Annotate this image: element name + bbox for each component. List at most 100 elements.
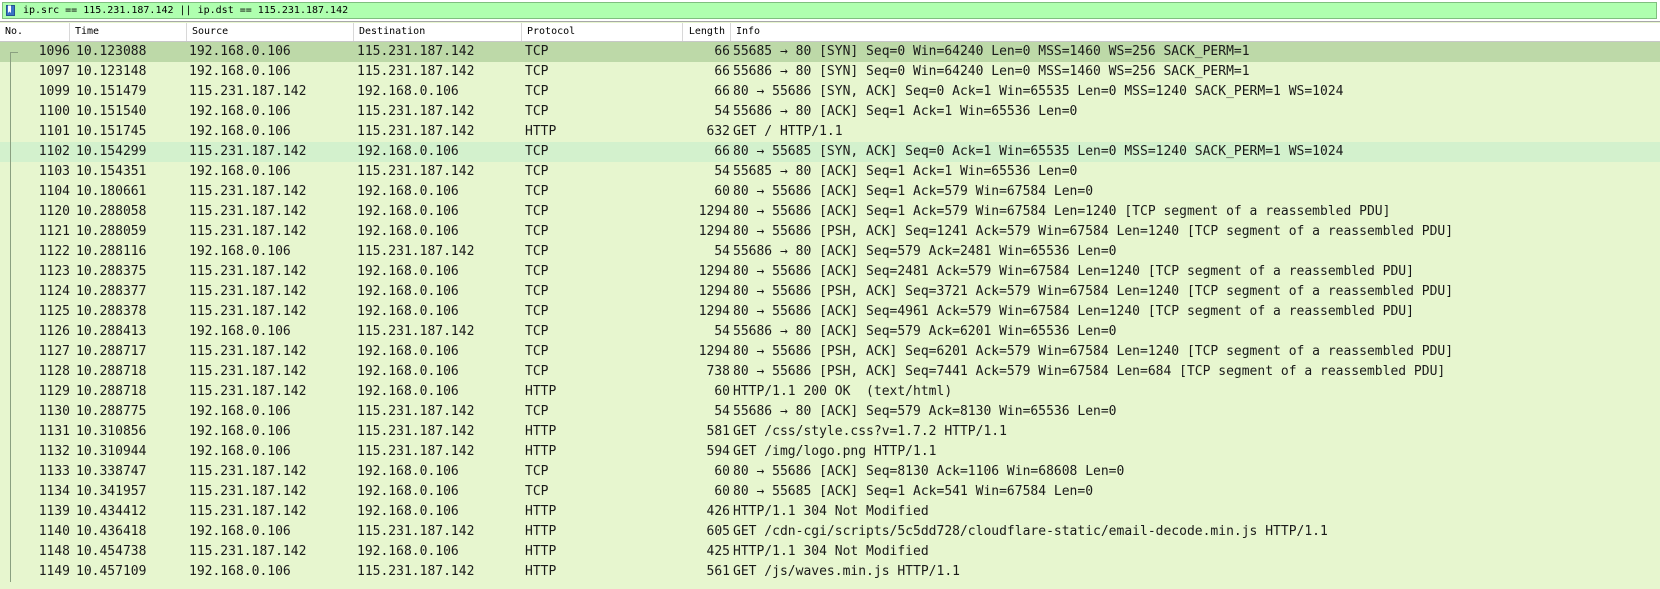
packet-destination: 192.168.0.106 [357,304,459,319]
packet-info: 80 → 55686 [ACK] Seq=2481 Ack=579 Win=67… [733,264,1414,279]
packet-length: 60 [714,484,730,499]
packet-time: 10.338747 [76,464,147,479]
packet-length: 60 [714,464,730,479]
packet-list: 1096 10.123088 192.168.0.106 115.231.187.14… [0,42,1660,582]
packet-length: 1294 [698,204,730,219]
packet-source: 115.231.187.142 [189,284,307,299]
packet-source: 115.231.187.142 [189,384,307,399]
packet-protocol: HTTP [525,504,557,519]
packet-row[interactable]: 1129 10.288718 115.231.187.142 192.168.0.10… [0,382,1660,402]
packet-row[interactable]: 1149 10.457109 192.168.0.106 115.231.187.14… [0,562,1660,582]
packet-protocol: TCP [525,304,549,319]
column-header-protocol[interactable]: Protocol [522,23,683,41]
packet-protocol: TCP [525,324,549,339]
packet-info: 55685 → 80 [ACK] Seq=1 Ack=1 Win=65536 L… [733,164,1078,179]
packet-length: 66 [714,44,730,59]
packet-info: GET /cdn-cgi/scripts/5c5dd728/cloudflare… [733,524,1328,539]
packet-source: 115.231.187.142 [189,224,307,239]
packet-row[interactable]: 1122 10.288116 192.168.0.106 115.231.187.14… [0,242,1660,262]
packet-length: 605 [706,524,730,539]
packet-source: 192.168.0.106 [189,324,291,339]
packet-source: 115.231.187.142 [189,544,307,559]
packet-source: 115.231.187.142 [189,184,307,199]
packet-destination: 192.168.0.106 [357,184,459,199]
packet-length: 1294 [698,224,730,239]
packet-row[interactable]: 1097 10.123148 192.168.0.106 115.231.187.14… [0,62,1660,82]
packet-info: 80 → 55686 [ACK] Seq=1 Ack=579 Win=67584… [733,204,1391,219]
packet-row[interactable]: 1099 10.151479 115.231.187.142 192.168.0.10… [0,82,1660,102]
packet-no: 1124 [38,284,70,299]
packet-row[interactable]: 1128 10.288718 115.231.187.142 192.168.0.10… [0,362,1660,382]
display-filter-input[interactable]: ip.src == 115.231.187.142 || ip.dst == 1… [2,2,1657,19]
packet-length: 426 [706,504,730,519]
packet-length: 66 [714,84,730,99]
packet-time: 10.310856 [76,424,147,439]
packet-row[interactable]: 1125 10.288378 115.231.187.142 192.168.0.10… [0,302,1660,322]
packet-source: 192.168.0.106 [189,104,291,119]
packet-no: 1101 [38,124,70,139]
packet-row[interactable]: 1104 10.180661 115.231.187.142 192.168.0.10… [0,182,1660,202]
packet-info: 55686 → 80 [ACK] Seq=579 Ack=2481 Win=65… [733,244,1117,259]
packet-row[interactable]: 1100 10.151540 192.168.0.106 115.231.187.14… [0,102,1660,122]
packet-time: 10.288058 [76,204,147,219]
packet-source: 115.231.187.142 [189,364,307,379]
column-header-info[interactable]: Info [731,23,1660,41]
packet-row[interactable]: 1096 10.123088 192.168.0.106 115.231.187.14… [0,42,1660,62]
packet-row[interactable]: 1134 10.341957 115.231.187.142 192.168.0.10… [0,482,1660,502]
packet-row[interactable]: 1102 10.154299 115.231.187.142 192.168.0.10… [0,142,1660,162]
display-filter-bar: ip.src == 115.231.187.142 || ip.dst == 1… [0,0,1660,22]
packet-protocol: TCP [525,64,549,79]
packet-info: HTTP/1.1 304 Not Modified [733,544,929,559]
packet-row[interactable]: 1131 10.310856 192.168.0.106 115.231.187.14… [0,422,1660,442]
packet-source: 192.168.0.106 [189,124,291,139]
packet-time: 10.151745 [76,124,147,139]
packet-row[interactable]: 1132 10.310944 192.168.0.106 115.231.187.14… [0,442,1660,462]
packet-row[interactable]: 1133 10.338747 115.231.187.142 192.168.0.10… [0,462,1660,482]
packet-no: 1139 [38,504,70,519]
packet-time: 10.151479 [76,84,147,99]
packet-no: 1120 [38,204,70,219]
packet-destination: 115.231.187.142 [357,324,475,339]
packet-row[interactable]: 1101 10.151745 192.168.0.106 115.231.187.14… [0,122,1660,142]
packet-row[interactable]: 1130 10.288775 192.168.0.106 115.231.187.14… [0,402,1660,422]
packet-length: 738 [706,364,730,379]
packet-source: 115.231.187.142 [189,304,307,319]
packet-source: 192.168.0.106 [189,64,291,79]
packet-info: HTTP/1.1 304 Not Modified [733,504,929,519]
packet-row[interactable]: 1103 10.154351 192.168.0.106 115.231.187.14… [0,162,1660,182]
packet-no: 1132 [38,444,70,459]
packet-row[interactable]: 1123 10.288375 115.231.187.142 192.168.0.10… [0,262,1660,282]
packet-row[interactable]: 1127 10.288717 115.231.187.142 192.168.0.10… [0,342,1660,362]
packet-row[interactable]: 1140 10.436418 192.168.0.106 115.231.187.14… [0,522,1660,542]
column-header-length[interactable]: Length [683,23,731,41]
packet-protocol: TCP [525,184,549,199]
packet-no: 1097 [38,64,70,79]
packet-protocol: TCP [525,284,549,299]
packet-source: 115.231.187.142 [189,144,307,159]
column-header-destination[interactable]: Destination [354,23,522,41]
bookmark-icon[interactable] [6,5,15,16]
column-header-time[interactable]: Time [70,23,187,41]
packet-no: 1125 [38,304,70,319]
column-header-source[interactable]: Source [187,23,354,41]
packet-row[interactable]: 1124 10.288377 115.231.187.142 192.168.0.10… [0,282,1660,302]
packet-row[interactable]: 1121 10.288059 115.231.187.142 192.168.0.10… [0,222,1660,242]
packet-destination: 115.231.187.142 [357,424,475,439]
packet-destination: 115.231.187.142 [357,244,475,259]
packet-row[interactable]: 1126 10.288413 192.168.0.106 115.231.187.14… [0,322,1660,342]
packet-time: 10.288717 [76,344,147,359]
display-filter-text: ip.src == 115.231.187.142 || ip.dst == 1… [23,5,349,16]
packet-source: 192.168.0.106 [189,164,291,179]
packet-protocol: HTTP [525,564,557,579]
packet-destination: 115.231.187.142 [357,44,475,59]
packet-row[interactable]: 1148 10.454738 115.231.187.142 192.168.0.10… [0,542,1660,562]
packet-protocol: TCP [525,224,549,239]
packet-destination: 192.168.0.106 [357,204,459,219]
column-header-no[interactable]: No. [0,23,70,41]
packet-row[interactable]: 1120 10.288058 115.231.187.142 192.168.0.10… [0,202,1660,222]
packet-protocol: TCP [525,204,549,219]
packet-time: 10.341957 [76,484,147,499]
packet-no: 1133 [38,464,70,479]
packet-no: 1130 [38,404,70,419]
packet-row[interactable]: 1139 10.434412 115.231.187.142 192.168.0.10… [0,502,1660,522]
